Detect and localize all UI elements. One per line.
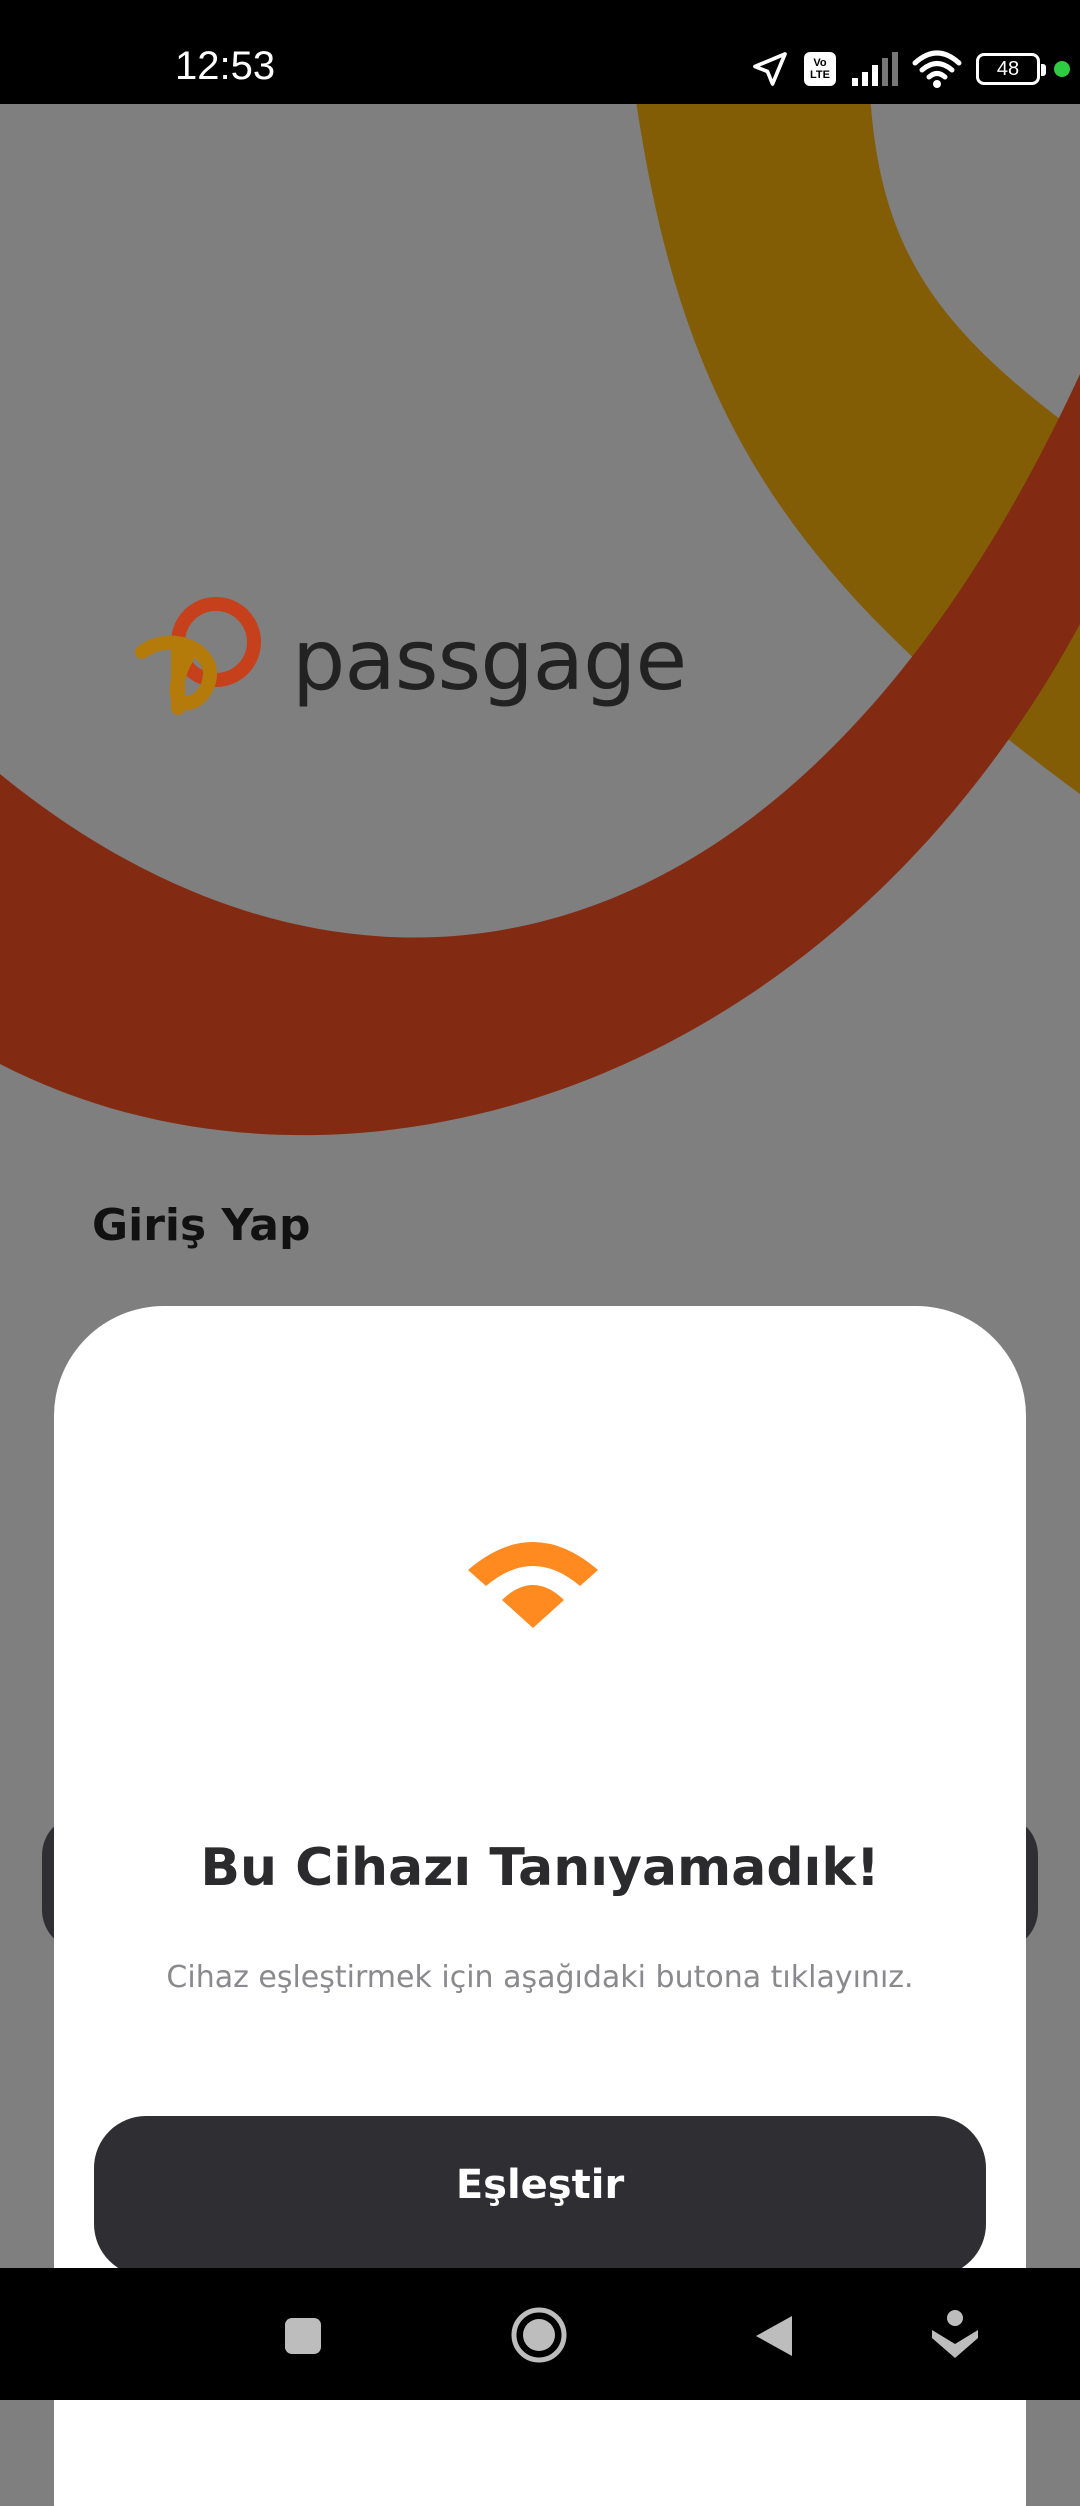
- recents-square-icon[interactable]: [283, 2316, 323, 2356]
- volte-icon: Vo LTE: [804, 52, 836, 86]
- volte-top: Vo: [813, 57, 827, 69]
- modal-subtitle: Cihaz eşleştirmek için aşağıdaki butona …: [166, 1960, 914, 1995]
- active-dot-icon: [1054, 61, 1070, 77]
- status-icons: Vo LTE 48: [736, 44, 1070, 94]
- status-time: 12:53: [175, 44, 276, 88]
- home-circle-icon[interactable]: [510, 2306, 568, 2364]
- modal-title: Bu Cihazı Tanıyamadık!: [200, 1838, 880, 1898]
- back-triangle-icon[interactable]: [754, 2314, 794, 2358]
- status-bar: 12:53 Vo LTE 48: [0, 0, 1080, 104]
- location-arrow-icon: [753, 52, 787, 86]
- navigation-bar: [0, 2268, 1080, 2400]
- wifi-icon: [468, 1542, 598, 1628]
- battery-icon: 48: [976, 53, 1046, 85]
- volte-bottom: LTE: [810, 69, 830, 81]
- assistant-icon[interactable]: [930, 2308, 980, 2360]
- passgage-logo: passgage: [132, 590, 687, 730]
- signal-icon: [852, 52, 898, 86]
- passgage-logo-mark-icon: [135, 597, 261, 715]
- logo-text: passgage: [292, 611, 687, 709]
- wifi-icon: [912, 50, 962, 88]
- pair-button[interactable]: Eşleştir: [94, 2116, 986, 2276]
- login-title: Giriş Yap: [92, 1200, 311, 1251]
